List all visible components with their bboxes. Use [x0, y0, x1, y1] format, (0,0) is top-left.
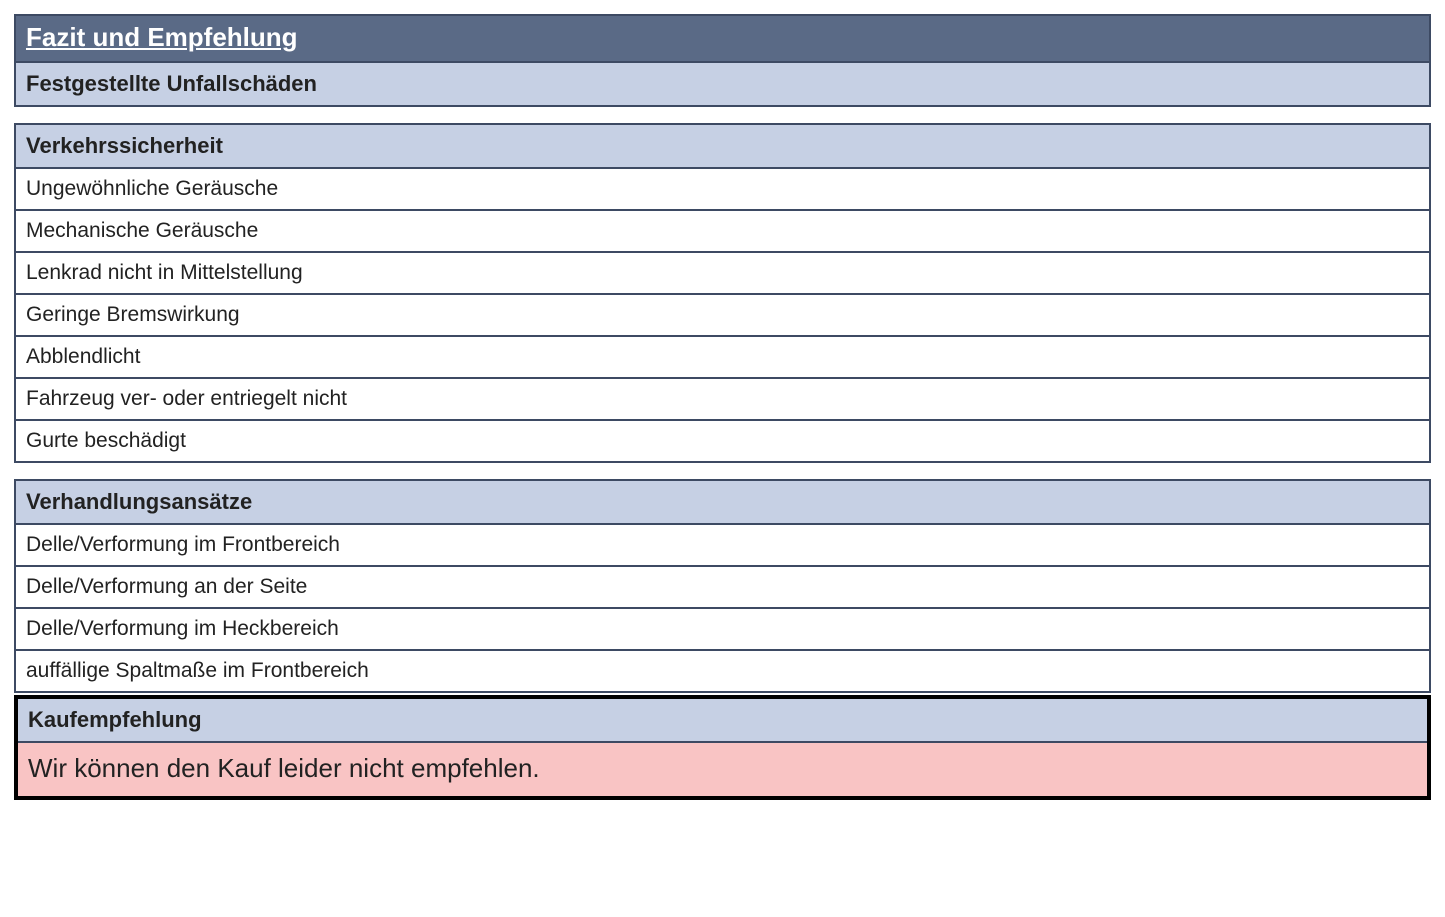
section-negotiation: Verhandlungsansätze Delle/Verformung im … [14, 479, 1431, 693]
list-item: Lenkrad nicht in Mittelstellung [16, 251, 1429, 293]
list-item: Ungewöhnliche Geräusche [16, 167, 1429, 209]
recommendation-header: Kaufempfehlung [18, 699, 1427, 741]
section-recommendation: Kaufempfehlung Wir können den Kauf leide… [14, 695, 1431, 800]
list-item: Delle/Verformung an der Seite [16, 565, 1429, 607]
list-item: Fahrzeug ver- oder entriegelt nicht [16, 377, 1429, 419]
section-safety: Verkehrssicherheit Ungewöhnliche Geräusc… [14, 123, 1431, 463]
negotiation-header: Verhandlungsansätze [16, 481, 1429, 523]
list-item: Delle/Verformung im Heckbereich [16, 607, 1429, 649]
page-title: Fazit und Empfehlung [16, 16, 1429, 61]
section-title-accident: Fazit und Empfehlung Festgestellte Unfal… [14, 14, 1431, 107]
accident-header: Festgestellte Unfallschäden [16, 61, 1429, 105]
list-item: Delle/Verformung im Frontbereich [16, 523, 1429, 565]
safety-header: Verkehrssicherheit [16, 125, 1429, 167]
list-item: Gurte beschädigt [16, 419, 1429, 461]
recommendation-text: Wir können den Kauf leider nicht empfehl… [18, 741, 1427, 796]
list-item: auffällige Spaltmaße im Frontbereich [16, 649, 1429, 691]
list-item: Abblendlicht [16, 335, 1429, 377]
list-item: Mechanische Geräusche [16, 209, 1429, 251]
list-item: Geringe Bremswirkung [16, 293, 1429, 335]
